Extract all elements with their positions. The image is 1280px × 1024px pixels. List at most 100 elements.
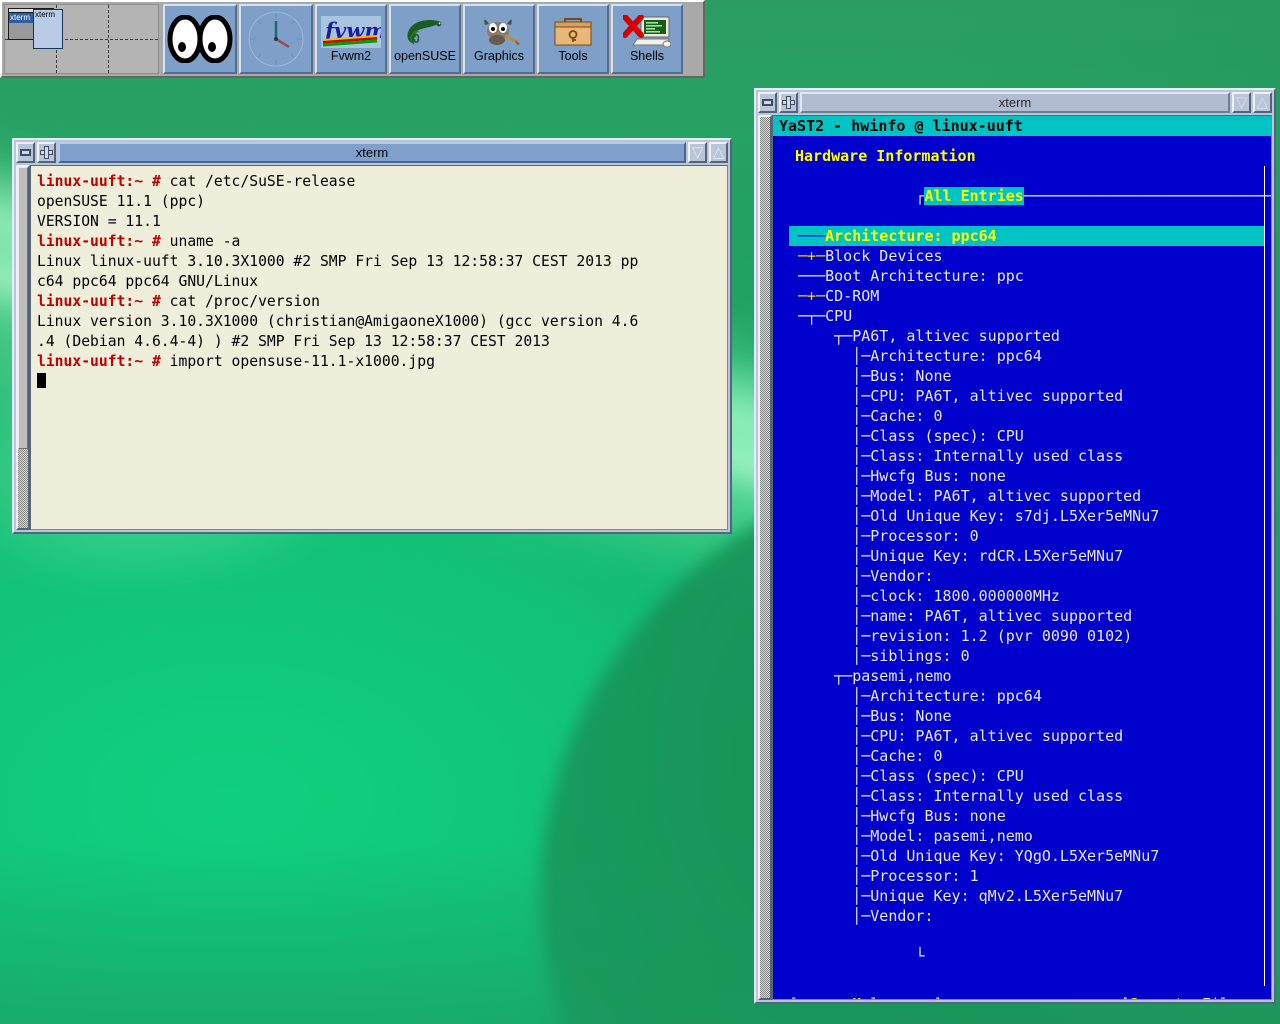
yast-header: YaST2 - hwinfo @ linux-uuft [773, 116, 1271, 136]
tree-item[interactable]: │─Class: Internally used class [789, 786, 1264, 806]
tree-item[interactable]: ─+─Block Devices [789, 246, 1264, 266]
xterm-scrollbar[interactable] [16, 165, 30, 530]
yast-page-title: Hardware Information [795, 147, 976, 165]
tree-item[interactable]: │─Unique Key: rdCR.L5Xer5eMNu7 [789, 546, 1264, 566]
yast-scrollbar[interactable] [758, 115, 772, 1000]
shade-icon: ▽ [1235, 94, 1248, 111]
shade-button[interactable]: ▽ [1232, 92, 1251, 113]
tree-item[interactable]: │─CPU: PA6T, altivec supported [789, 386, 1264, 406]
tree-item[interactable]: ───Boot Architecture: ppc [789, 266, 1264, 286]
tree-item[interactable]: │─Model: PA6T, altivec supported [789, 486, 1264, 506]
yast-tree[interactable]: ───Architecture: ppc64 ─+─Block Devices … [789, 226, 1264, 926]
tree-item-selected: ───Architecture: ppc64 [789, 226, 1264, 246]
xterm-screen[interactable]: linux-uuft:~ # cat /etc/SuSE-release open… [30, 165, 728, 530]
tree-item-label: Architecture: ppc64 [825, 227, 997, 245]
tree-item[interactable]: │─Hwcfg Bus: none [789, 806, 1264, 826]
yast-screen[interactable]: YaST2 - hwinfo @ linux-uuft Hardware Inf… [772, 115, 1272, 1000]
save-to-file-button[interactable]: [Save to File... [1121, 994, 1266, 999]
launcher-label: Fvwm2 [330, 49, 372, 63]
save-label: ave to File... [1139, 995, 1265, 999]
tree-item[interactable]: │─CPU: PA6T, altivec supported [789, 726, 1264, 746]
tree-root-row[interactable]: ┌All Entries──────────────────────────── [789, 166, 1271, 226]
tree-item[interactable]: │─Vendor: [789, 566, 1264, 586]
terminal-line: openSUSE 11.1 (ppc) [37, 193, 206, 210]
terminal-line: linux-uuft:~ # uname -a [37, 232, 727, 252]
tree-item[interactable]: │─clock: 1800.000000MHz [789, 586, 1264, 606]
terminal-command: cat /etc/SuSE-release [169, 173, 356, 190]
tree-item[interactable]: ┬─PA6T, altivec supported [789, 326, 1264, 346]
tree-item[interactable]: ─+─CD-ROM [789, 286, 1264, 306]
xterm-title[interactable]: xterm [58, 142, 686, 163]
tree-item-label: Old Unique Key: s7dj.L5Xer5eMNu7 [870, 507, 1160, 525]
xterm-window: xterm ▽ △ linux-uuft:~ # cat /etc/SuSE-r… [12, 138, 732, 534]
tree-item-label: Class: Internally used class [870, 787, 1124, 805]
launcher-graphics[interactable]: Graphics [463, 4, 535, 74]
tree-item-label: Processor: 0 [870, 527, 979, 545]
tree-item[interactable]: │─Cache: 0 [789, 746, 1264, 766]
tree-item[interactable]: │─Architecture: ppc64 [789, 686, 1264, 706]
shade-button[interactable]: ▽ [688, 142, 707, 163]
tree-item[interactable]: │─Hwcfg Bus: none [789, 466, 1264, 486]
tree-item[interactable]: │─siblings: 0 [789, 646, 1264, 666]
launcher-xeyes[interactable] [163, 4, 237, 74]
tree-branch-glyph: │─ [789, 887, 871, 905]
tree-item[interactable]: │─Cache: 0 [789, 406, 1264, 426]
terminal-cursor [37, 373, 46, 388]
tree-branch-glyph: │─ [789, 847, 871, 865]
help-button[interactable]: [ Help ] [789, 994, 943, 999]
tree-item[interactable]: │─Class (spec): CPU [789, 766, 1264, 786]
tree-item[interactable]: ───Architecture: ppc64 [789, 226, 1264, 246]
launcher-opensuse[interactable]: openSUSE [389, 4, 461, 74]
maximize-button[interactable] [779, 92, 798, 113]
scrollbar-trough[interactable] [760, 117, 770, 998]
terminal-line: linux-uuft:~ # import opensuse-11.1-x100… [37, 352, 727, 372]
tree-item[interactable]: │─Old Unique Key: s7dj.L5Xer5eMNu7 [789, 506, 1264, 526]
terminal-line: c64 ppc64 ppc64 GNU/Linux [37, 273, 259, 290]
tree-item-label: Model: pasemi,nemo [870, 827, 1033, 845]
maximize-button[interactable] [37, 142, 56, 163]
desktop-pager[interactable]: xterm xterm [4, 4, 159, 74]
tree-item[interactable]: │─Class (spec): CPU [789, 426, 1264, 446]
tree-branch-glyph: ─── [789, 227, 826, 245]
tree-item-label: Bus: None [870, 367, 952, 385]
xterm-icon [623, 15, 671, 49]
tree-item[interactable]: │─Vendor: [789, 906, 1264, 926]
tree-item[interactable]: │─Model: pasemi,nemo [789, 826, 1264, 846]
tree-item-label: PA6T, altivec supported [852, 327, 1060, 345]
tree-item[interactable]: │─Old Unique Key: YQgO.L5Xer5eMNu7 [789, 846, 1264, 866]
minimize-button[interactable] [758, 92, 777, 113]
yast-window-title[interactable]: xterm [800, 92, 1230, 113]
tree-branch-glyph: │─ [789, 727, 871, 745]
launcher-xclock[interactable] [239, 4, 313, 74]
tree-item[interactable]: ─┬─CPU [789, 306, 1264, 326]
tree-item[interactable]: │─revision: 1.2 (pvr 0090 0102) [789, 626, 1264, 646]
launcher-fvwm2[interactable]: fvwm Fvwm2 [315, 4, 387, 74]
tree-root-label: All Entries [924, 187, 1024, 205]
tree-item[interactable]: │─Processor: 0 [789, 526, 1264, 546]
clock-icon [246, 6, 306, 72]
terminal-line: Linux linux-uuft 3.10.3X1000 #2 SMP Fri … [37, 253, 639, 270]
scrollbar-thumb[interactable] [18, 167, 28, 449]
pager-window-xterm-2[interactable]: xterm [33, 9, 63, 49]
tree-branch-glyph: ┬─ [789, 667, 853, 685]
tree-item[interactable]: │─Unique Key: qMv2.L5Xer5eMNu7 [789, 886, 1264, 906]
launcher-label: Graphics [473, 49, 525, 63]
tree-item-label: Block Devices [825, 247, 943, 265]
raise-button[interactable]: △ [1253, 92, 1272, 113]
tree-branch-glyph: ─── [789, 267, 826, 285]
xterm-titlebar-row: xterm ▽ △ [16, 142, 728, 163]
tree-item[interactable]: │─Bus: None [789, 366, 1264, 386]
tree-item[interactable]: │─Processor: 1 [789, 866, 1264, 886]
launcher-tools[interactable]: Tools [537, 4, 609, 74]
tree-item[interactable]: │─Architecture: ppc64 [789, 346, 1264, 366]
launcher-shells[interactable]: Shells [611, 4, 683, 74]
tree-item[interactable]: │─Class: Internally used class [789, 446, 1264, 466]
minimize-button[interactable] [16, 142, 35, 163]
tree-item[interactable]: │─name: PA6T, altivec supported [789, 606, 1264, 626]
bracket-close: ] [934, 995, 943, 999]
tree-item[interactable]: ┬─pasemi,nemo [789, 666, 1264, 686]
raise-button[interactable]: △ [709, 142, 728, 163]
pager-window-label: xterm [34, 10, 62, 20]
tree-branch-glyph: │─ [789, 807, 871, 825]
tree-item[interactable]: │─Bus: None [789, 706, 1264, 726]
